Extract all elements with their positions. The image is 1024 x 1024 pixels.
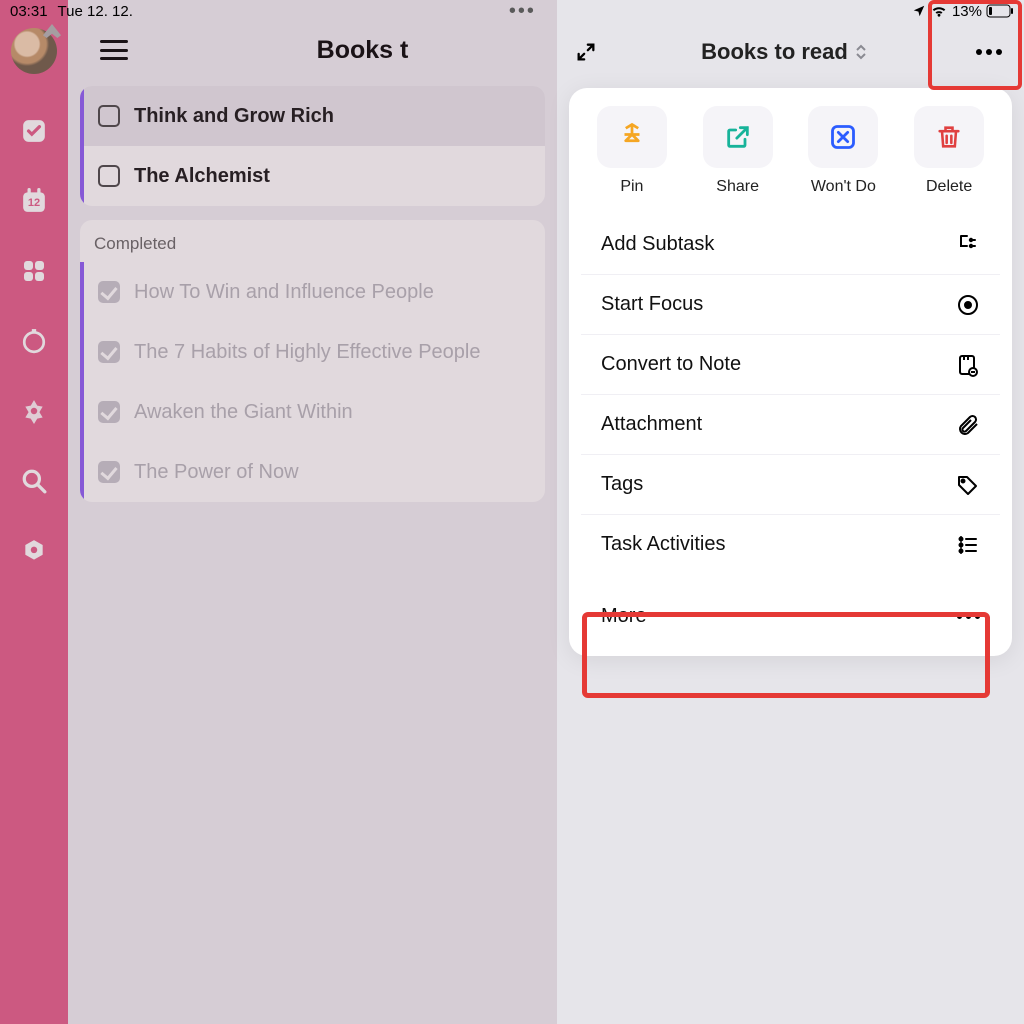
task-label: Awaken the Giant Within	[134, 401, 353, 424]
sort-icon	[854, 44, 868, 60]
menu-label: Attachment	[601, 413, 956, 436]
checkbox-icon[interactable]	[98, 165, 120, 187]
settings-icon[interactable]	[21, 538, 47, 564]
delete-icon	[935, 123, 963, 151]
share-icon	[724, 123, 752, 151]
calendar-icon[interactable]: 12	[21, 188, 47, 214]
activities-icon	[956, 533, 980, 557]
battery-percent: 13%	[952, 3, 982, 20]
task-label: The Power of Now	[134, 461, 299, 484]
checkbox-done-icon[interactable]	[98, 341, 120, 363]
status-time: 03:31	[10, 3, 48, 20]
expand-icon[interactable]	[575, 41, 597, 63]
checkbox-done-icon[interactable]	[98, 401, 120, 423]
more-menu: More	[581, 586, 1000, 646]
calendar-date: 12	[21, 197, 47, 209]
menu-label: Tags	[601, 473, 956, 496]
tags-item[interactable]: Tags	[581, 454, 1000, 514]
start-focus-item[interactable]: Start Focus	[581, 274, 1000, 334]
left-rail: 12	[0, 0, 68, 1024]
menu-label: More	[601, 605, 957, 628]
menu-button[interactable]	[100, 40, 128, 60]
timer-icon[interactable]	[21, 328, 47, 354]
checkbox-done-icon[interactable]	[98, 281, 120, 303]
ellipsis-icon	[957, 614, 980, 619]
focus-icon	[956, 293, 980, 317]
task-label: How To Win and Influence People	[134, 281, 434, 304]
add-subtask-item[interactable]: Add Subtask	[581, 214, 1000, 274]
panel-title-text: Books to read	[701, 39, 848, 65]
panel-title[interactable]: Books to read	[597, 39, 972, 65]
apps-icon[interactable]	[21, 258, 47, 284]
search-icon[interactable]	[21, 468, 47, 494]
task-label: The Alchemist	[134, 165, 270, 188]
main-column: Books t Think and Grow Rich The Alchemis…	[68, 0, 557, 1024]
activities-item[interactable]: Task Activities	[581, 514, 1000, 574]
wontdo-icon	[829, 123, 857, 151]
avatar[interactable]	[11, 28, 57, 74]
battery-icon	[986, 4, 1014, 18]
action-label: Won't Do	[811, 178, 876, 196]
detail-panel: Books to read Pin Share Won't Do Delete	[557, 0, 1024, 1024]
action-sheet: Pin Share Won't Do Delete Add Subtask St…	[569, 88, 1012, 656]
task-row[interactable]: Awaken the Giant Within	[80, 382, 545, 442]
menu-label: Convert to Note	[601, 353, 956, 376]
task-row[interactable]: The Alchemist	[80, 146, 545, 206]
attachment-item[interactable]: Attachment	[581, 394, 1000, 454]
task-row[interactable]: The 7 Habits of Highly Effective People	[80, 322, 545, 382]
status-ellipsis: •••	[509, 0, 536, 23]
task-label: Think and Grow Rich	[134, 105, 334, 128]
page-title: Books t	[128, 36, 537, 65]
task-row[interactable]: Think and Grow Rich	[80, 86, 545, 146]
convert-note-item[interactable]: Convert to Note	[581, 334, 1000, 394]
delete-action[interactable]: Delete	[904, 106, 994, 196]
status-date: Tue 12. 12.	[58, 3, 133, 20]
pin-action[interactable]: Pin	[587, 106, 677, 196]
action-label: Delete	[926, 178, 972, 196]
more-button[interactable]	[972, 40, 1006, 64]
attachment-icon	[956, 413, 980, 437]
checkbox-icon[interactable]	[98, 105, 120, 127]
active-tasks-card: Think and Grow Rich The Alchemist	[80, 86, 545, 206]
wifi-icon	[930, 4, 948, 18]
task-menu: Add Subtask Start Focus Convert to Note …	[581, 214, 1000, 574]
tag-icon	[956, 473, 980, 497]
menu-label: Add Subtask	[601, 233, 956, 256]
note-icon	[956, 353, 980, 377]
tasks-icon[interactable]	[21, 118, 47, 144]
task-label: The 7 Habits of Highly Effective People	[134, 341, 480, 364]
status-bar: 03:31 Tue 12. 12. ••• 13%	[0, 0, 1024, 22]
location-icon	[912, 4, 926, 18]
action-label: Pin	[620, 178, 643, 196]
menu-label: Start Focus	[601, 293, 956, 316]
action-label: Share	[716, 178, 759, 196]
habit-icon[interactable]	[21, 398, 47, 424]
pin-icon	[617, 122, 647, 152]
task-row[interactable]: How To Win and Influence People	[80, 262, 545, 322]
completed-heading[interactable]: Completed	[80, 220, 545, 262]
more-item[interactable]: More	[581, 586, 1000, 646]
task-row[interactable]: The Power of Now	[80, 442, 545, 502]
checkbox-done-icon[interactable]	[98, 461, 120, 483]
subtask-icon	[956, 232, 980, 256]
completed-card: Completed How To Win and Influence Peopl…	[80, 220, 545, 502]
share-action[interactable]: Share	[693, 106, 783, 196]
wontdo-action[interactable]: Won't Do	[798, 106, 888, 196]
menu-label: Task Activities	[601, 533, 956, 556]
